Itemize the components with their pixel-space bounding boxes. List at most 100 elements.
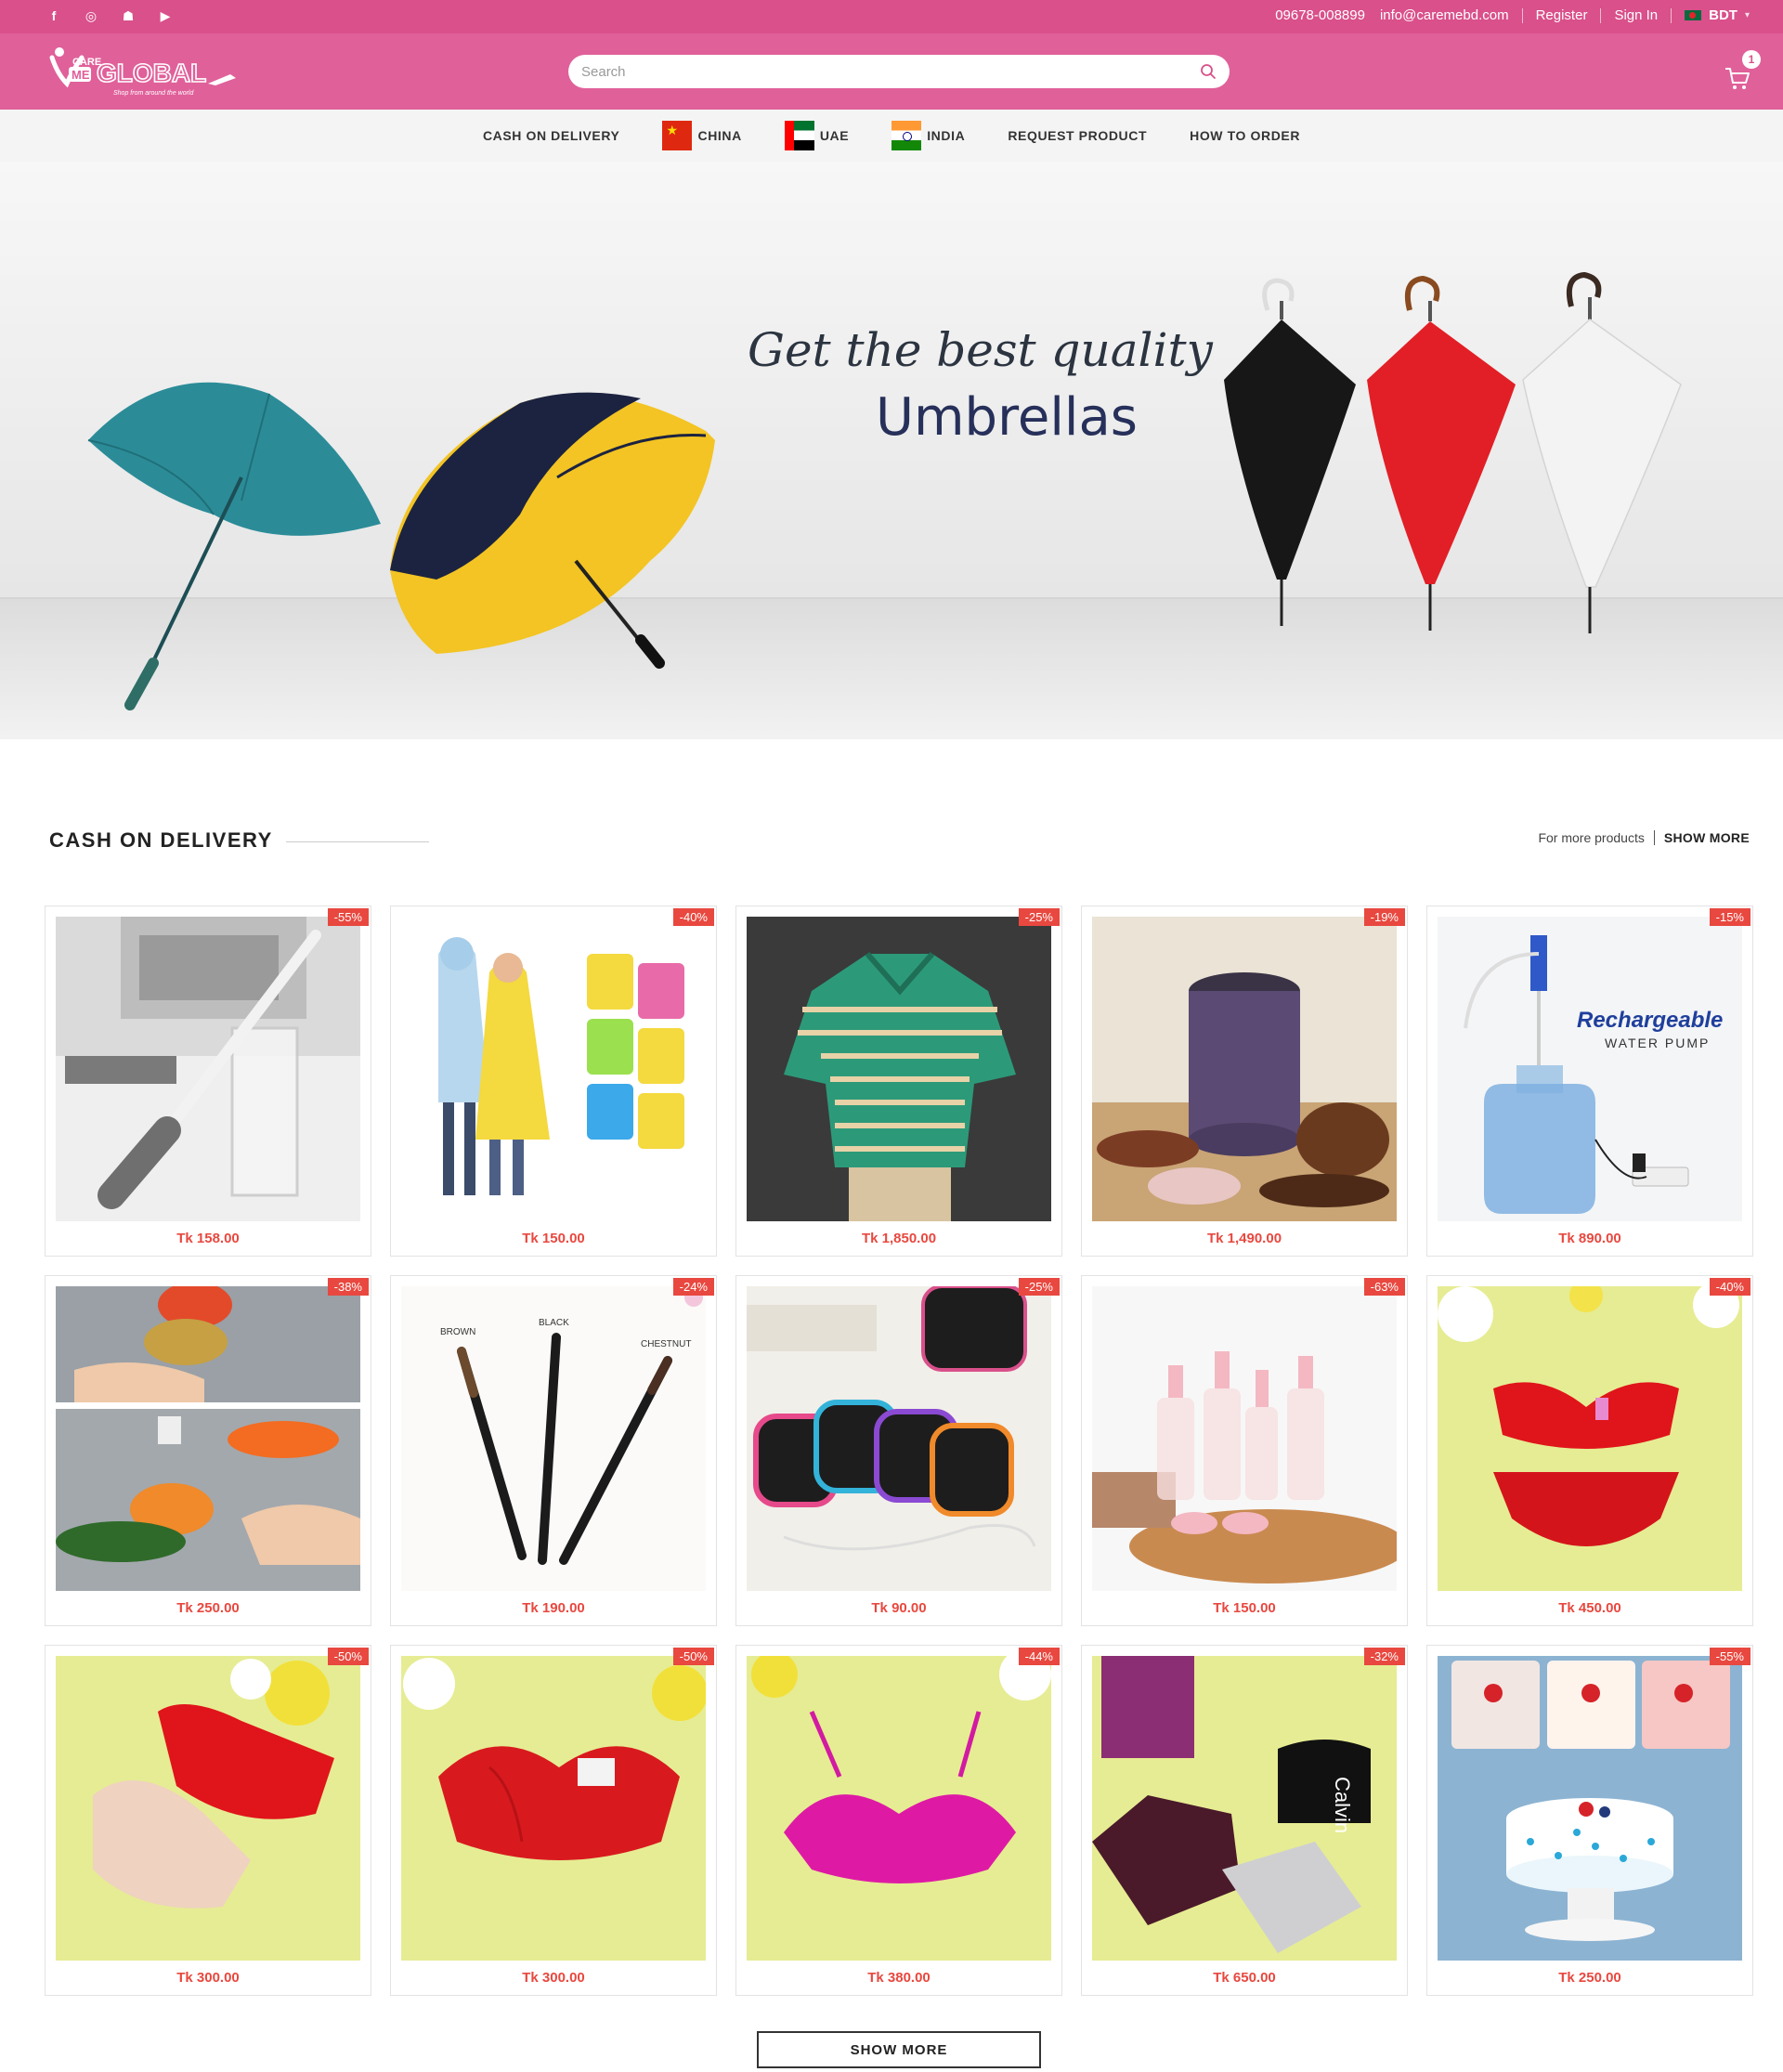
product-card[interactable]: -50% Tk 300.00 (390, 1645, 717, 1996)
product-image[interactable] (56, 917, 360, 1221)
product-price: Tk 250.00 (176, 1600, 240, 1616)
discount-badge: -25% (1018, 1278, 1060, 1296)
product-image[interactable] (747, 1656, 1051, 1961)
product-card[interactable]: BROWN BLACK CHESTNUT -24% Tk 190.00 (390, 1275, 717, 1626)
cart-count-badge: 1 (1742, 50, 1761, 69)
nav-request-product[interactable]: REQUEST PRODUCT (1008, 128, 1147, 143)
product-image[interactable] (1438, 1286, 1742, 1591)
product-price: Tk 450.00 (1558, 1600, 1621, 1616)
product-image[interactable]: Rechargeable WATER PUMP (1438, 917, 1742, 1221)
discount-badge: -25% (1018, 908, 1060, 926)
cart-icon (1725, 68, 1750, 89)
discount-badge: -50% (672, 1648, 714, 1665)
product-card[interactable]: -19% Tk 1,490.00 (1081, 906, 1408, 1257)
product-card[interactable]: -55% Tk 250.00 (1426, 1645, 1753, 1996)
search-bar (568, 55, 1230, 88)
facebook-icon[interactable]: f (45, 7, 63, 25)
product-card[interactable]: -25% Tk 1,850.00 (735, 906, 1062, 1257)
product-price: Tk 300.00 (176, 1970, 240, 1986)
product-card[interactable]: -63% Tk 150.00 (1081, 1275, 1408, 1626)
product-card[interactable]: Rechargeable WATER PUMP -15% Tk 890.00 (1426, 906, 1753, 1257)
logo-me-text: ME (72, 68, 90, 82)
instagram-icon[interactable]: ◎ (82, 7, 100, 25)
india-flag-icon (892, 121, 922, 150)
product-price: Tk 150.00 (1213, 1600, 1276, 1616)
register-link[interactable]: Register (1536, 7, 1588, 23)
product-card[interactable]: -55% Tk 158.00 (45, 906, 371, 1257)
nav-label: INDIA (927, 128, 966, 143)
phone-number[interactable]: 09678-008899 (1275, 7, 1365, 23)
nav-uae[interactable]: UAE (784, 121, 849, 150)
hero-script-text: Get the best quality (748, 323, 1214, 377)
top-links: 09678-008899 info@caremebd.com Register … (1275, 7, 1750, 23)
search-icon[interactable] (1200, 63, 1217, 80)
site-logo[interactable]: CARE ME GLOBAL Shop from around the worl… (48, 43, 243, 100)
product-card[interactable]: -40% Tk 450.00 (1426, 1275, 1753, 1626)
snapchat-icon[interactable]: ☗ (119, 7, 137, 25)
hero-banner[interactable]: Get the best quality Umbrellas (0, 162, 1783, 739)
product-card[interactable]: -44% Tk 380.00 (735, 1645, 1062, 1996)
nav-china[interactable]: CHINA (662, 121, 741, 150)
divider (1671, 7, 1672, 23)
product-card[interactable]: -50% Tk 300.00 (45, 1645, 371, 1996)
email-link[interactable]: info@caremebd.com (1380, 7, 1509, 23)
discount-badge: -38% (327, 1278, 369, 1296)
discount-badge: -40% (672, 908, 714, 926)
product-card[interactable]: -25% Tk 90.00 (735, 1275, 1062, 1626)
pump-overlay-title: Rechargeable (1577, 1008, 1724, 1033)
discount-badge: -19% (1363, 908, 1405, 926)
uae-flag-icon (784, 121, 814, 150)
social-links: f ◎ ☗ ▶ (45, 7, 175, 25)
product-image[interactable] (56, 1656, 360, 1961)
pump-overlay-subtitle: WATER PUMP (1605, 1036, 1711, 1050)
divider (1521, 7, 1523, 23)
more-products-text: For more products (1538, 830, 1645, 845)
section-title-underline (286, 841, 429, 842)
sign-in-link[interactable]: Sign In (1614, 7, 1658, 23)
logo-global-text: GLOBAL (97, 59, 206, 87)
currency-selector[interactable]: BDT ▾ (1685, 7, 1750, 23)
product-image[interactable] (401, 1656, 706, 1961)
product-image[interactable] (747, 917, 1051, 1221)
product-price: Tk 1,850.00 (861, 1231, 937, 1246)
main-nav: CASH ON DELIVERY CHINA UAE INDIA REQUEST… (0, 110, 1783, 162)
product-image[interactable] (1438, 1656, 1742, 1961)
nav-label: CASH ON DELIVERY (482, 128, 620, 143)
product-price: Tk 1,490.00 (1206, 1231, 1282, 1246)
bangladesh-flag-icon (1685, 10, 1702, 20)
product-image[interactable]: BROWN BLACK CHESTNUT (401, 1286, 706, 1591)
discount-badge: -50% (327, 1648, 369, 1665)
product-card[interactable]: Calvin -32% Tk 650.00 (1081, 1645, 1408, 1996)
header: CARE ME GLOBAL Shop from around the worl… (0, 33, 1783, 110)
cart-button[interactable]: 1 (1724, 50, 1761, 93)
nav-how-to-order[interactable]: HOW TO ORDER (1190, 128, 1300, 143)
product-image[interactable] (401, 917, 706, 1221)
discount-badge: -55% (327, 908, 369, 926)
product-card[interactable]: -38% Tk 250.00 (45, 1275, 371, 1626)
product-image[interactable] (56, 1286, 360, 1591)
pencil-label-black: BLACK (539, 1318, 569, 1328)
product-price: Tk 300.00 (522, 1970, 585, 1986)
product-image[interactable] (1092, 917, 1397, 1221)
youtube-icon[interactable]: ▶ (156, 7, 175, 25)
discount-badge: -15% (1709, 908, 1750, 926)
nav-cash-on-delivery[interactable]: CASH ON DELIVERY (483, 128, 620, 143)
product-price: Tk 90.00 (871, 1600, 927, 1616)
product-image[interactable] (747, 1286, 1051, 1591)
show-more-button[interactable]: SHOW MORE (757, 2031, 1041, 2068)
pencil-label-brown: BROWN (440, 1327, 475, 1337)
discount-badge: -32% (1363, 1648, 1405, 1665)
product-card[interactable]: -40% Tk 150.00 (390, 906, 717, 1257)
search-input[interactable] (581, 55, 1176, 88)
product-image[interactable]: Calvin (1092, 1656, 1397, 1961)
currency-label: BDT (1709, 7, 1737, 23)
discount-badge: -63% (1363, 1278, 1405, 1296)
show-more-link[interactable]: SHOW MORE (1664, 830, 1750, 845)
product-price: Tk 250.00 (1558, 1970, 1621, 1986)
product-price: Tk 890.00 (1558, 1231, 1621, 1246)
divider (1600, 7, 1602, 23)
product-image[interactable] (1092, 1286, 1397, 1591)
nav-india[interactable]: INDIA (892, 121, 965, 150)
product-price: Tk 158.00 (176, 1231, 240, 1246)
china-flag-icon (662, 121, 693, 150)
